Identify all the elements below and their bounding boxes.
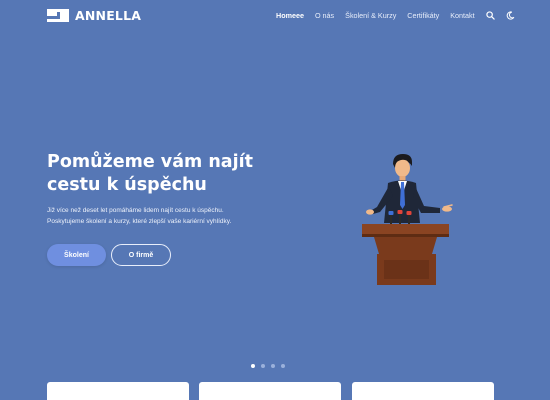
courses-button[interactable]: Školení	[47, 244, 106, 266]
hero-title-line2: cestu k úspěchu	[47, 175, 207, 195]
brand-name: ANNELLA	[75, 7, 142, 23]
logo-mark-icon	[47, 8, 69, 22]
hero-description: Již více než deset let pomáháme lidem na…	[47, 206, 287, 227]
moon-icon[interactable]	[506, 11, 515, 20]
nav-item-home[interactable]: Homeee	[276, 11, 304, 20]
carousel-dot[interactable]	[281, 364, 285, 368]
carousel-dot[interactable]	[271, 364, 275, 368]
feature-card[interactable]	[352, 382, 494, 400]
carousel-dot[interactable]	[261, 364, 265, 368]
navbar: ANNELLA Homeee O nás Školení & Kurzy Cer…	[0, 0, 550, 30]
nav-item-courses[interactable]: Školení & Kurzy	[345, 11, 396, 20]
nav-item-contact[interactable]: Kontakt	[450, 11, 474, 20]
search-icon[interactable]	[485, 11, 495, 20]
feature-card[interactable]	[47, 382, 189, 400]
nav-item-certificates[interactable]: Certifikáty	[407, 11, 439, 20]
feature-card[interactable]	[199, 382, 341, 400]
about-company-button[interactable]: O firmě	[111, 244, 171, 266]
hero-text-line2: Poskytujeme školení a kurzy, které zlepš…	[47, 217, 232, 225]
hero-title: Pomůžeme vám najít cestu k úspěchu	[47, 151, 297, 197]
hero-title-line1: Pomůžeme vám najít	[47, 152, 253, 172]
nav-menu: Homeee O nás Školení & Kurzy Certifikáty…	[276, 10, 515, 21]
carousel-dot[interactable]	[251, 364, 255, 368]
hero-text-line1: Již více než deset let pomáháme lidem na…	[47, 207, 224, 214]
logo[interactable]: ANNELLA	[47, 7, 142, 23]
nav-item-about[interactable]: O nás	[315, 11, 334, 20]
speaker-at-podium-illustration	[362, 154, 453, 285]
carousel-indicators	[251, 364, 285, 368]
